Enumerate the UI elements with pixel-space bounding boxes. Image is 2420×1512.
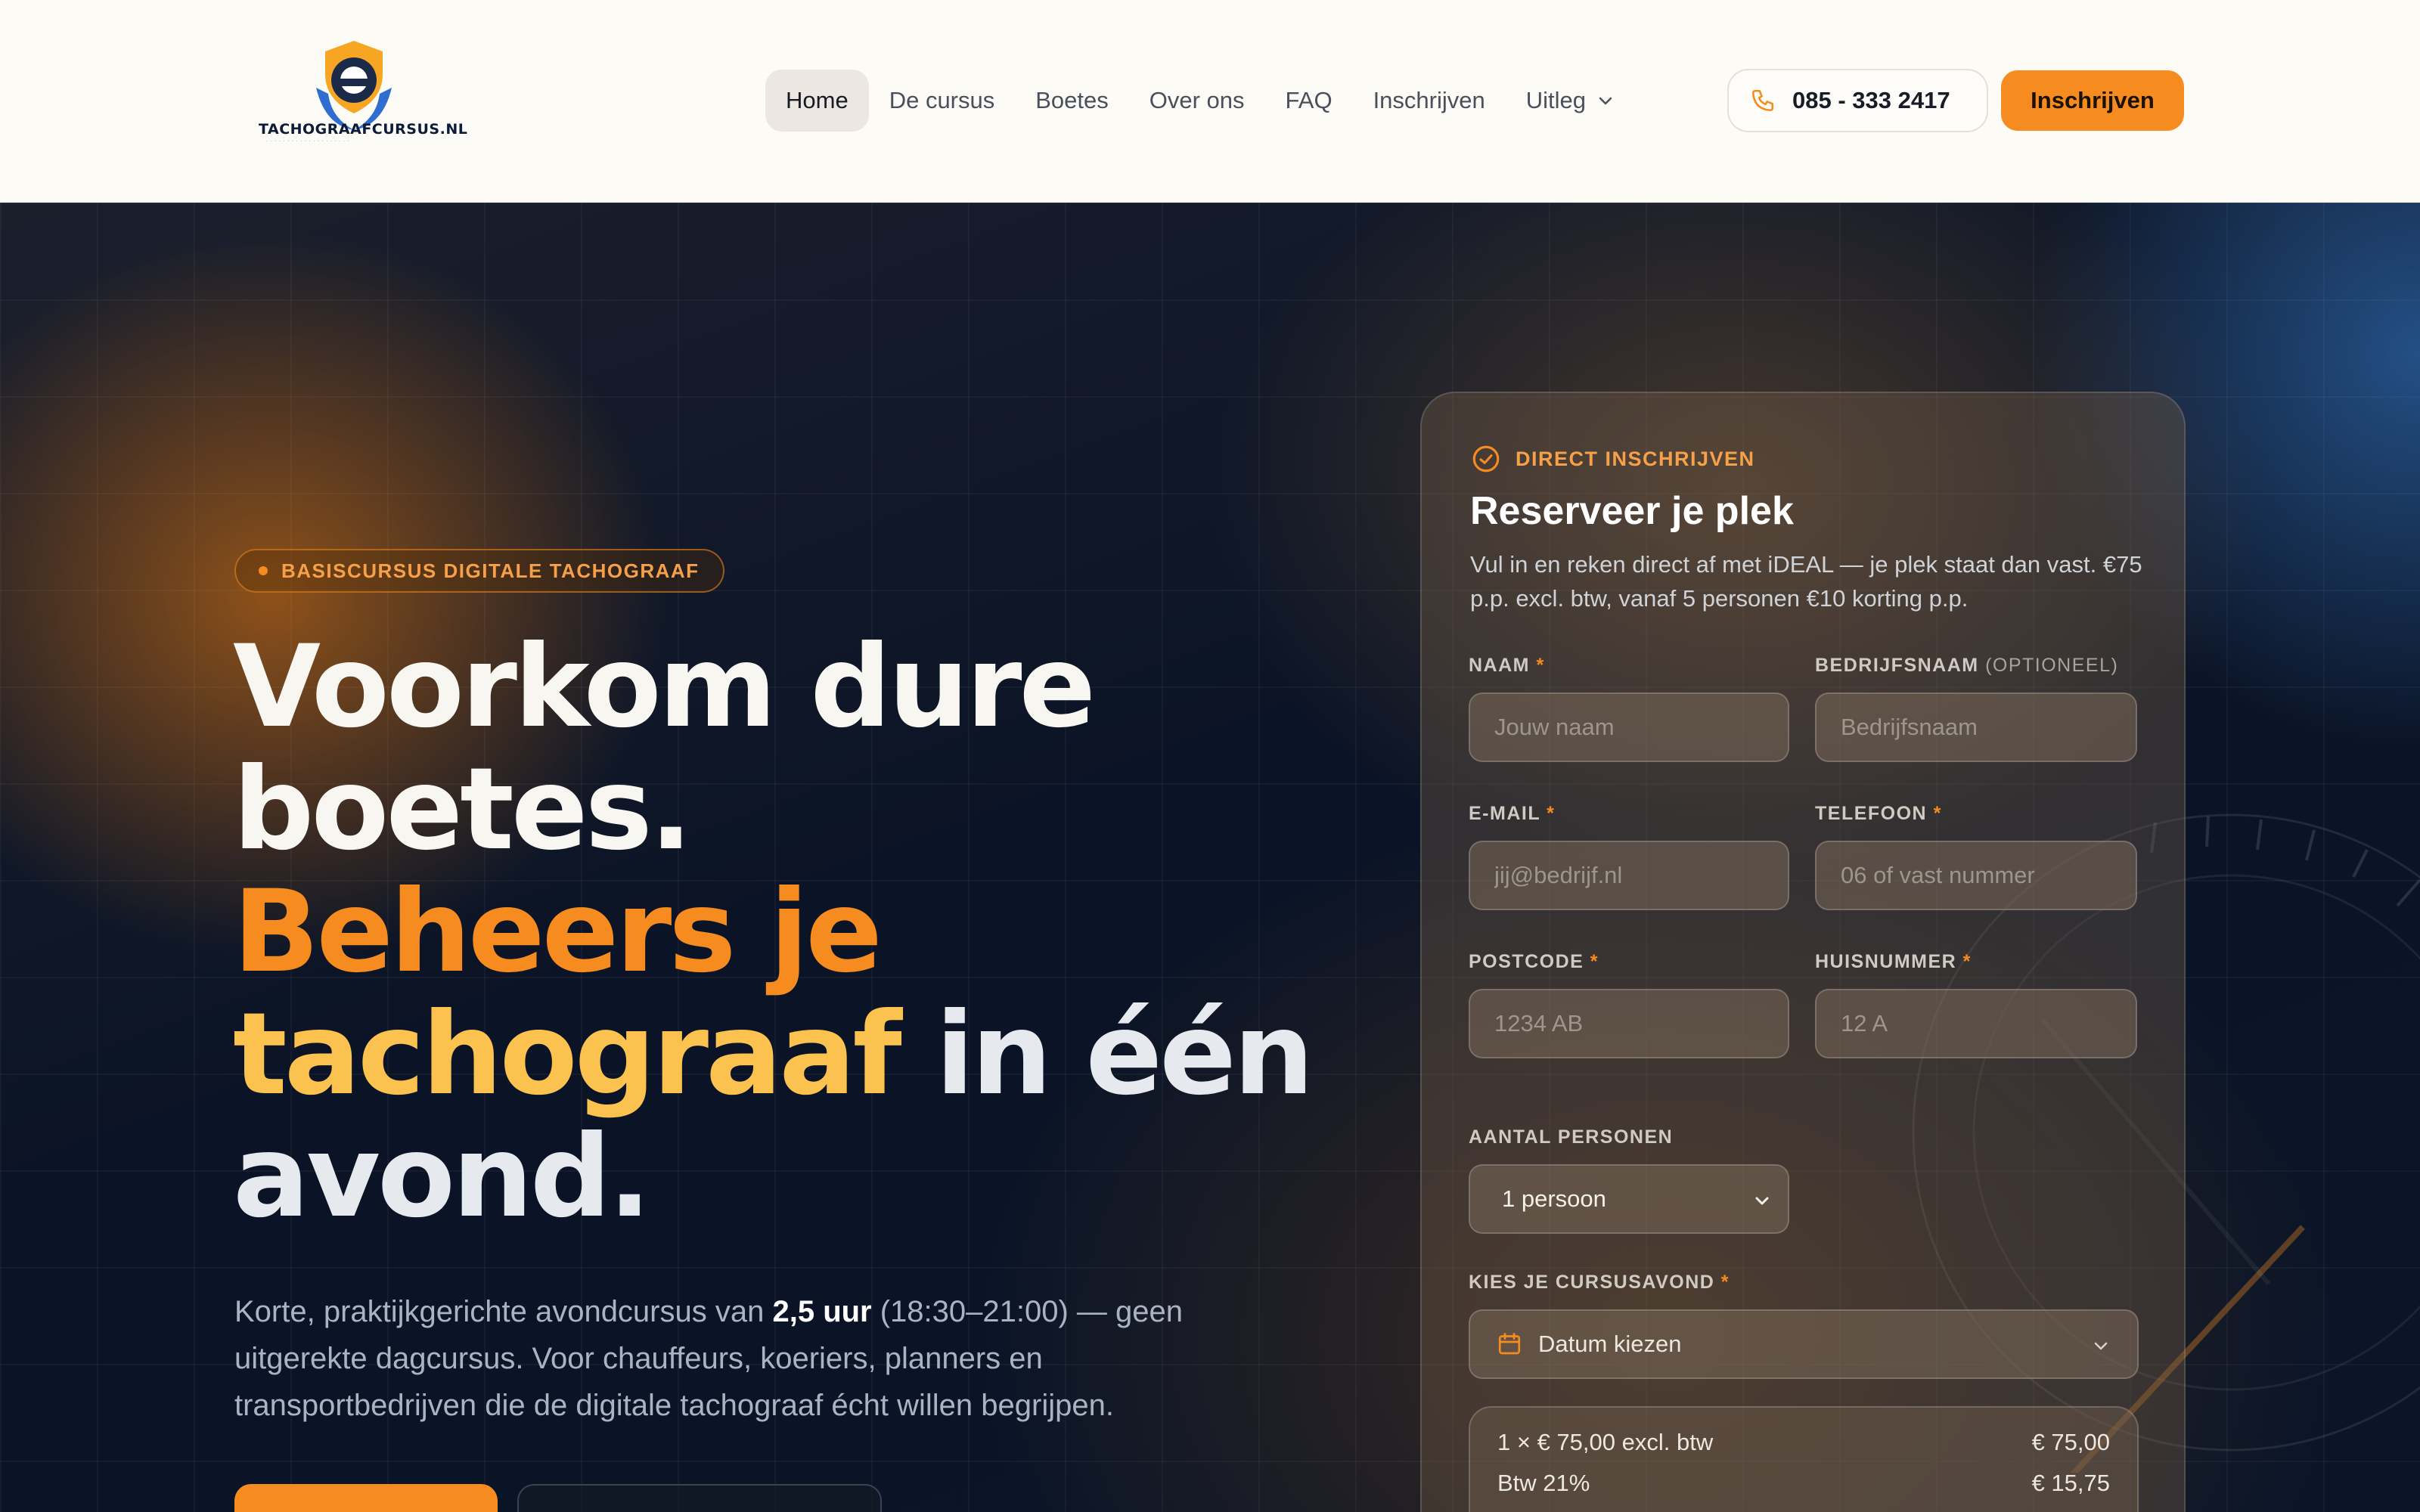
- nav-over-ons[interactable]: Over ons: [1129, 70, 1265, 132]
- lead-part-1: Korte, praktijkgerichte avondcursus van: [234, 1295, 773, 1328]
- telefoon-input[interactable]: [1815, 841, 2137, 910]
- personen-select[interactable]: 1 persoon: [1469, 1164, 1789, 1234]
- nav-inschrijven[interactable]: Inschrijven: [1353, 70, 1506, 132]
- logo-steering-wheel-icon[interactable]: [256, 35, 452, 156]
- required-mark: *: [1962, 951, 1972, 972]
- badge-dot: [259, 566, 268, 575]
- lead-duration: 2,5 uur: [772, 1295, 872, 1328]
- check-badge-icon: [1472, 445, 1500, 472]
- site-header: TACHOGRAAFCURSUS.NL · · · · · · · · · · …: [0, 0, 2420, 203]
- calendar-icon: [1498, 1333, 1521, 1355]
- telefoon-label-text: TELEFOON: [1815, 803, 1928, 824]
- logo-wordmark: TACHOGRAAFCURSUS.NL: [259, 121, 468, 138]
- headline-line-4: in één: [898, 989, 1314, 1120]
- nav-uitleg-dropdown[interactable]: Uitleg: [1506, 70, 1635, 132]
- postcode-input[interactable]: [1469, 989, 1789, 1058]
- main-nav: Home De cursus Boetes Over ons FAQ Insch…: [765, 70, 1635, 132]
- postcode-label-text: POSTCODE: [1469, 951, 1584, 972]
- headline-line-3: Beheers je: [233, 866, 883, 998]
- badge-text: BASISCURSUS DIGITALE TACHOGRAAF: [281, 559, 700, 582]
- phone-number: 085 - 333 2417: [1792, 87, 1950, 113]
- phone-button[interactable]: 085 - 333 2417: [1727, 69, 1988, 132]
- nav-faq[interactable]: FAQ: [1265, 70, 1353, 132]
- date-picker[interactable]: Datum kiezen: [1469, 1309, 2139, 1379]
- headline-highlight: tachograaf: [233, 989, 902, 1120]
- cursusavond-label: KIES JE CURSUSAVOND *: [1469, 1272, 1730, 1294]
- huisnummer-input[interactable]: [1815, 989, 2137, 1058]
- naam-label: NAAM *: [1469, 655, 1545, 677]
- registration-card: DIRECT INSCHRIJVEN Reserveer je plek Vul…: [1420, 392, 2186, 1512]
- chevron-down-icon: [1755, 1197, 1769, 1205]
- summary-subtotal-amount: € 75,00: [2031, 1429, 2110, 1455]
- summary-row-vat: Btw 21% € 15,75: [1497, 1470, 2110, 1497]
- huisnummer-label-text: HUISNUMMER: [1815, 951, 1957, 972]
- huisnummer-label: HUISNUMMER *: [1815, 951, 1972, 973]
- summary-row-subtotal: 1 × € 75,00 excl. btw € 75,00: [1497, 1429, 2110, 1456]
- header-inschrijven-button[interactable]: Inschrijven: [2001, 70, 2184, 131]
- card-title: Reserveer je plek: [1470, 489, 1794, 533]
- required-mark: *: [1933, 803, 1942, 824]
- hero-lead: Korte, praktijkgerichte avondcursus van …: [234, 1288, 1248, 1429]
- hero-headline: Voorkom dure boetes. Beheers je tachogra…: [233, 621, 1314, 1243]
- date-picker-value: Datum kiezen: [1538, 1331, 1682, 1357]
- summary-subtotal-label: 1 × € 75,00 excl. btw: [1497, 1429, 1714, 1455]
- email-label-text: E-MAIL: [1469, 803, 1540, 824]
- optional-note: (OPTIONEEL): [1985, 655, 2119, 676]
- email-input[interactable]: [1469, 841, 1789, 910]
- hero-secondary-button[interactable]: [517, 1484, 882, 1512]
- summary-vat-amount: € 15,75: [2031, 1470, 2110, 1496]
- nav-boetes[interactable]: Boetes: [1015, 70, 1129, 132]
- personen-label: AANTAL PERSONEN: [1469, 1126, 1674, 1148]
- hero-primary-button[interactable]: [234, 1484, 498, 1512]
- naam-input[interactable]: [1469, 692, 1789, 762]
- logo-tagline-graphic: · · · · · · · · · · · · · · · · · · · ·: [266, 139, 350, 144]
- required-mark: *: [1547, 803, 1556, 824]
- personen-value: 1 persoon: [1502, 1185, 1606, 1212]
- nav-home[interactable]: Home: [765, 70, 869, 132]
- card-kicker: DIRECT INSCHRIJVEN: [1470, 443, 1755, 475]
- cursusavond-label-text: KIES JE CURSUSAVOND: [1469, 1272, 1715, 1293]
- telefoon-label: TELEFOON *: [1815, 803, 1942, 825]
- bedrijfsnaam-label-text: BEDRIJFSNAAM: [1815, 655, 1979, 676]
- email-label: E-MAIL *: [1469, 803, 1555, 825]
- summary-vat-label: Btw 21%: [1497, 1470, 1590, 1496]
- postcode-label: POSTCODE *: [1469, 951, 1599, 973]
- hero-section: BASISCURSUS DIGITALE TACHOGRAAF Voorkom …: [0, 203, 2420, 1512]
- nav-uitleg-label: Uitleg: [1525, 87, 1587, 113]
- chevron-down-icon: [2094, 1342, 2108, 1350]
- bedrijfsnaam-label: BEDRIJFSNAAM (OPTIONEEL): [1815, 655, 2118, 677]
- naam-label-text: NAAM: [1469, 655, 1530, 676]
- required-mark: *: [1720, 1272, 1730, 1293]
- required-mark: *: [1590, 951, 1599, 972]
- bedrijfsnaam-input[interactable]: [1815, 692, 2137, 762]
- headline-line-1: Voorkom dure: [233, 621, 1096, 753]
- required-mark: *: [1536, 655, 1545, 676]
- card-kicker-text: DIRECT INSCHRIJVEN: [1516, 447, 1755, 470]
- phone-icon: [1751, 89, 1774, 112]
- headline-line-5: avond.: [233, 1111, 651, 1243]
- headline-line-2: boetes.: [233, 744, 693, 875]
- card-subtitle: Vul in en reken direct af met iDEAL — je…: [1470, 551, 2142, 612]
- chevron-down-icon: [1599, 97, 1612, 105]
- price-summary: 1 × € 75,00 excl. btw € 75,00 Btw 21% € …: [1469, 1406, 2139, 1512]
- course-badge: BASISCURSUS DIGITALE TACHOGRAAF: [234, 549, 724, 593]
- nav-de-cursus[interactable]: De cursus: [869, 70, 1016, 132]
